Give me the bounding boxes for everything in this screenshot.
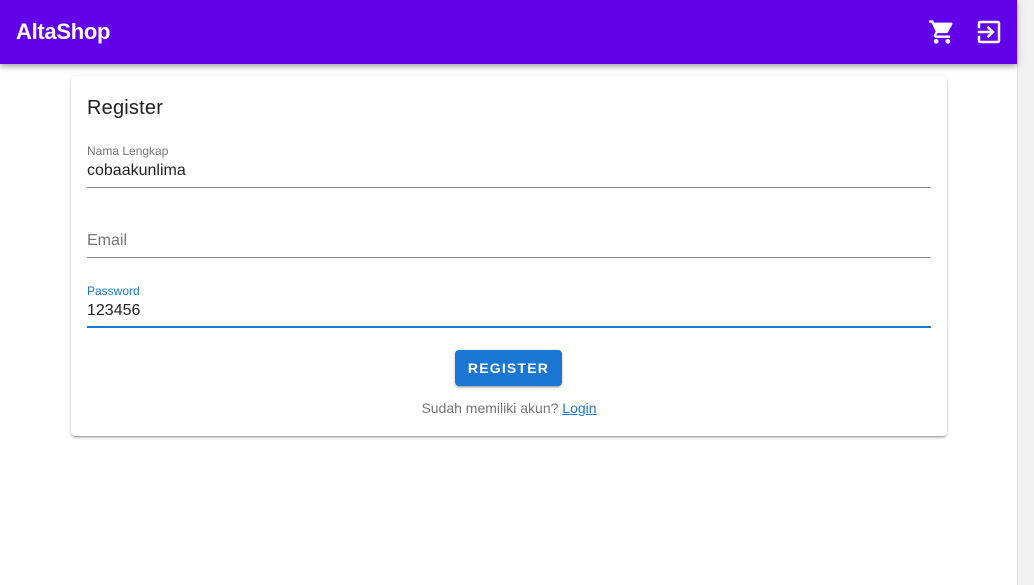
password-underline [87,326,931,328]
email-field[interactable]: Email [87,212,931,259]
login-link[interactable]: Login [562,400,596,416]
card-title: Register [87,97,164,119]
full-name-label: Nama Lengkap [87,144,169,158]
cart-icon [929,20,953,44]
login-prompt: Sudah memiliki akun? Login [71,400,947,416]
register-card: Register Nama Lengkap cobaakunlima Email… [71,76,947,436]
login-icon [977,20,1001,44]
password-label: Password [87,284,140,298]
register-button[interactable]: REGISTER [455,350,562,386]
email-underline [87,257,931,258]
page-scrollbar[interactable] [1017,0,1034,585]
cart-button[interactable] [926,16,958,48]
email-input[interactable]: Email [87,231,127,251]
app-bar: AltaShop [0,0,1017,64]
app-title[interactable]: AltaShop [16,17,110,47]
login-button[interactable] [973,16,1005,48]
full-name-input[interactable]: cobaakunlima [87,161,186,181]
full-name-underline [87,187,931,188]
password-input[interactable]: 123456 [87,301,140,321]
password-field[interactable]: Password 123456 [87,282,931,329]
full-name-field[interactable]: Nama Lengkap cobaakunlima [87,142,931,189]
login-prompt-text: Sudah memiliki akun? [421,400,559,416]
